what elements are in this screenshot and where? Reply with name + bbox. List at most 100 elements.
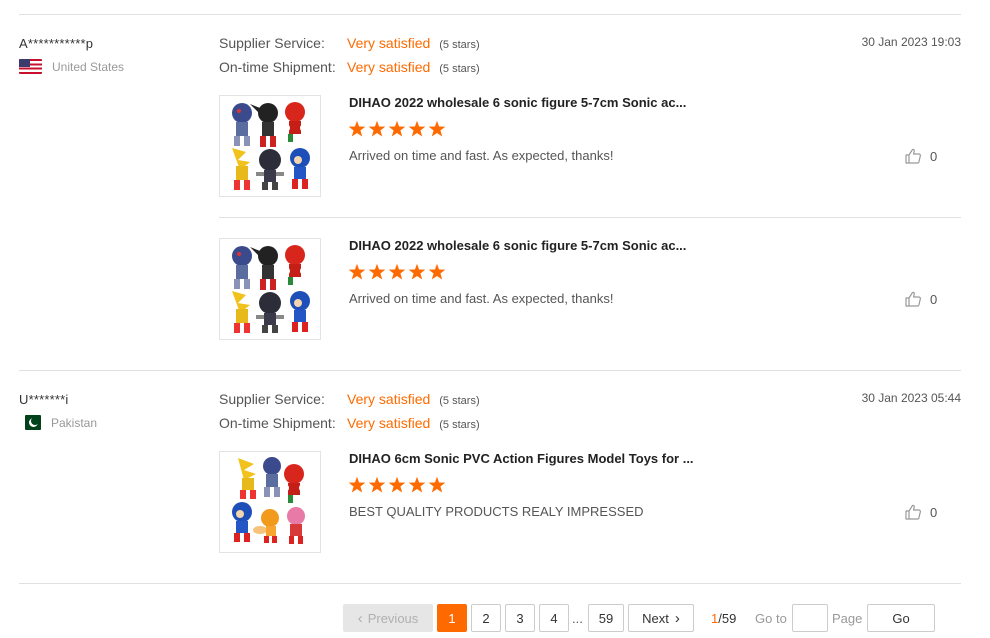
figure-metal-sonic [263, 457, 281, 497]
pakistan-flag-icon [25, 415, 41, 430]
page-button-last[interactable]: 59 [588, 604, 624, 632]
shipment-row: On-time Shipment: Very satisfied (5 star… [219, 59, 480, 75]
like-button[interactable]: 0 [904, 290, 937, 308]
us-flag-icon [19, 59, 42, 74]
divider [19, 583, 961, 584]
total-pages: /59 [718, 610, 737, 626]
buyer-country: United States [19, 59, 124, 74]
shipment-stars: (5 stars) [439, 419, 480, 431]
review-text: BEST QUALITY PRODUCTS REALY IMPRESSED [349, 504, 644, 519]
figure-sonic [290, 291, 310, 332]
figure-super-sonic [232, 291, 250, 333]
figure-tails [253, 509, 279, 543]
supplier-service-label: Supplier Service: [219, 35, 325, 51]
review-text: Arrived on time and fast. As expected, t… [349, 291, 614, 306]
previous-label: Previous [367, 610, 419, 626]
figure-dark-sonic [256, 292, 284, 333]
product-thumbnail[interactable] [219, 95, 321, 197]
supplier-service-row: Supplier Service: Very satisfied (5 star… [219, 35, 480, 51]
figure-shadow [250, 103, 278, 147]
supplier-service-value: Very satisfied [347, 391, 431, 407]
chevron-left-icon: ‹ [357, 609, 363, 627]
figure-shadow [250, 246, 278, 290]
previous-button[interactable]: ‹ Previous [343, 604, 433, 632]
star-icon [408, 476, 426, 493]
product-thumbnail[interactable] [219, 238, 321, 340]
page-indicator: 1/59 [711, 604, 736, 632]
supplier-service-stars: (5 stars) [439, 39, 480, 51]
figure-super-sonic [232, 148, 250, 190]
like-count: 0 [930, 504, 938, 520]
like-button[interactable]: 0 [904, 503, 937, 521]
figure-super-sonic [238, 458, 256, 499]
star-icon [368, 263, 386, 280]
chevron-right-icon: › [674, 609, 680, 627]
buyer-name: A***********p [19, 36, 94, 51]
like-count: 0 [930, 148, 938, 164]
figure-sonic [290, 148, 310, 189]
thumbs-up-icon [905, 504, 921, 520]
country-name: Pakistan [51, 415, 98, 430]
page-label: Page [832, 610, 863, 626]
product-title-link[interactable]: DIHAO 2022 wholesale 6 sonic figure 5-7c… [349, 95, 686, 110]
star-icon [428, 120, 446, 137]
product-title-link[interactable]: DIHAO 2022 wholesale 6 sonic figure 5-7c… [349, 238, 686, 253]
product-title-link[interactable]: DIHAO 6cm Sonic PVC Action Figures Model… [349, 451, 694, 466]
star-icon [408, 263, 426, 280]
thumbs-up-icon [905, 291, 921, 307]
review-date: 30 Jan 2023 19:03 [861, 35, 961, 49]
review-date: 30 Jan 2023 05:44 [861, 391, 961, 405]
current-page: 1 [711, 610, 719, 626]
star-rating [348, 120, 446, 138]
star-rating [348, 476, 446, 494]
shipment-value: Very satisfied [347, 415, 431, 431]
shipment-label: On-time Shipment: [219, 59, 336, 75]
page-button-4[interactable]: 4 [539, 604, 569, 632]
divider [219, 217, 961, 218]
product-thumbnail[interactable] [219, 451, 321, 553]
thumbs-up-icon [905, 148, 921, 164]
like-count: 0 [930, 291, 938, 307]
page-ellipsis: ... [572, 610, 583, 626]
supplier-service-label: Supplier Service: [219, 391, 325, 407]
figure-knuckles [281, 464, 307, 503]
star-icon [348, 120, 366, 137]
like-button[interactable]: 0 [904, 147, 937, 165]
shipment-row: On-time Shipment: Very satisfied (5 star… [219, 415, 480, 431]
star-icon [408, 120, 426, 137]
divider [19, 14, 961, 15]
shipment-label: On-time Shipment: [219, 415, 336, 431]
star-rating [348, 263, 446, 281]
buyer-country: Pakistan [25, 415, 97, 430]
figure-metal-sonic [232, 246, 252, 289]
buyer-name: U*******i [19, 392, 69, 407]
star-icon [368, 476, 386, 493]
page-button-3[interactable]: 3 [505, 604, 535, 632]
star-icon [348, 263, 366, 280]
star-icon [388, 476, 406, 493]
next-label: Next [642, 610, 669, 626]
figure-dark-sonic [256, 149, 284, 190]
figure-sonic [232, 502, 252, 542]
star-icon [368, 120, 386, 137]
go-button[interactable]: Go [867, 604, 935, 632]
review-text: Arrived on time and fast. As expected, t… [349, 148, 614, 163]
supplier-service-stars: (5 stars) [439, 395, 480, 407]
star-icon [348, 476, 366, 493]
divider [19, 370, 961, 371]
page-button-1[interactable]: 1 [437, 604, 467, 632]
goto-page-input[interactable] [792, 604, 828, 632]
goto-label: Go to [755, 610, 787, 626]
shipment-value: Very satisfied [347, 59, 431, 75]
supplier-service-row: Supplier Service: Very satisfied (5 star… [219, 391, 480, 407]
star-icon [388, 263, 406, 280]
country-name: United States [52, 59, 125, 74]
next-button[interactable]: Next › [628, 604, 694, 632]
figure-knuckles [282, 102, 308, 142]
figure-amy [287, 507, 305, 544]
star-icon [388, 120, 406, 137]
figure-knuckles [282, 245, 308, 285]
shipment-stars: (5 stars) [439, 63, 480, 75]
star-icon [428, 263, 446, 280]
page-button-2[interactable]: 2 [471, 604, 501, 632]
